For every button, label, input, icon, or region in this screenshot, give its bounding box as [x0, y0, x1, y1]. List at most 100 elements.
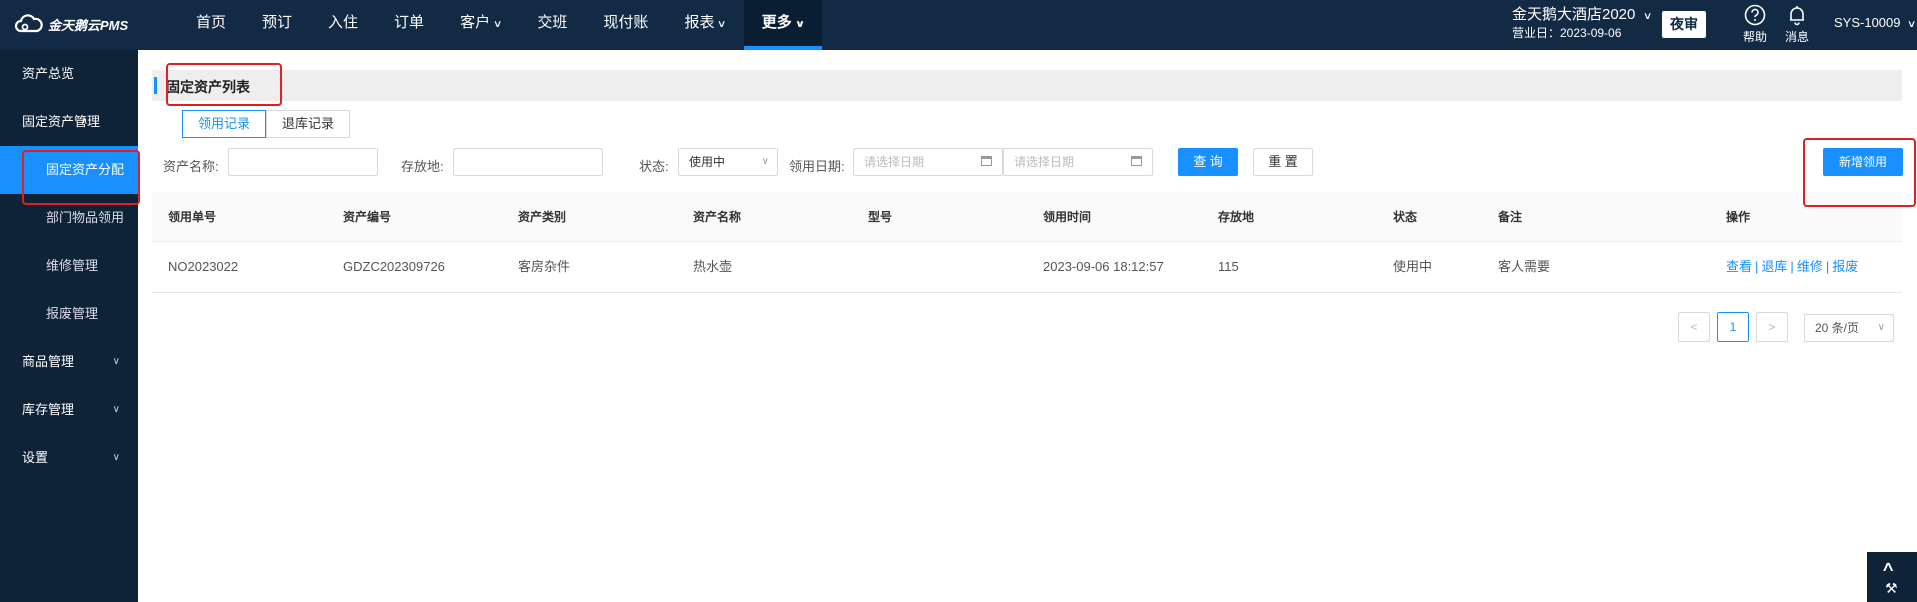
location-label: 存放地: [401, 159, 444, 174]
table-row: NO2023022 GDZC202309726 客房杂件 热水壶 2023-09… [152, 242, 1902, 293]
column-header: 备注 [1498, 210, 1523, 224]
nav-label: 报表 [684, 14, 715, 31]
nav-label: 交班 [537, 14, 568, 31]
repair-link[interactable]: 维修 [1797, 259, 1823, 274]
table-header: 领用单号 资产编号 资产类别 资产名称 型号 领用时间 存放地 状态 备注 操作 [152, 192, 1902, 242]
asset-table: 领用单号 资产编号 资产类别 资产名称 型号 领用时间 存放地 状态 备注 操作… [152, 192, 1902, 293]
reset-button[interactable]: 重 置 [1253, 148, 1313, 176]
messages-label: 消息 [1784, 30, 1809, 44]
nav-item-home[interactable]: 首页 [178, 0, 244, 50]
prev-page-button[interactable]: < [1678, 312, 1710, 342]
scrap-link[interactable]: 报废 [1832, 259, 1858, 274]
sidebar-item-label: 报废管理 [46, 306, 99, 321]
chevron-down-icon: ∨ [112, 356, 120, 367]
user-id: SYS-10009 [1834, 15, 1901, 30]
corner-tools[interactable]: ∧ ⚒ [1867, 552, 1917, 602]
nav-item-more[interactable]: 更多 ∨ [743, 0, 822, 50]
record-tabs: 领用记录 退库记录 [182, 110, 351, 138]
help-button[interactable]: 帮助 [1739, 2, 1771, 45]
sidebar-item-inventory-management[interactable]: 库存管理 ∨ [0, 386, 138, 434]
brand-name: 金天鹅云PMS [48, 17, 129, 33]
help-label: 帮助 [1742, 30, 1767, 44]
asset-name-label: 资产名称: [163, 159, 219, 174]
nav-item-shift[interactable]: 交班 [519, 0, 585, 50]
column-header: 资产类别 [518, 210, 567, 224]
sidebar-item-fixed-asset-allocation[interactable]: 固定资产分配 [0, 146, 138, 194]
sidebar-item-goods-management[interactable]: 商品管理 ∨ [0, 338, 138, 386]
requisition-date-label: 领用日期: [789, 159, 845, 174]
status-select-value: 使用中 [689, 155, 726, 169]
date-end-placeholder: 请选择日期 [1014, 155, 1075, 169]
nav-label: 首页 [196, 14, 227, 31]
chevron-down-icon: ∨ [112, 404, 120, 415]
sidebar-item-department-item-requisition[interactable]: 部门物品领用 [0, 194, 138, 242]
tab-requisition-records[interactable]: 领用记录 [182, 110, 267, 138]
cell-order-no: NO2023022 [168, 259, 239, 274]
nav-item-checkin[interactable]: 入住 [310, 0, 376, 50]
column-header: 操作 [1726, 210, 1751, 224]
column-header: 资产名称 [693, 210, 742, 224]
column-header: 资产编号 [343, 210, 392, 224]
help-icon [1744, 4, 1766, 26]
tab-return-records[interactable]: 退库记录 [266, 110, 351, 138]
column-header: 存放地 [1218, 210, 1255, 224]
user-menu[interactable]: SYS-10009 ∨ [1834, 15, 1917, 30]
return-link[interactable]: 退库 [1761, 259, 1787, 274]
date-start-input[interactable]: 请选择日期 [853, 148, 1003, 176]
sidebar-item-scrap[interactable]: 报废管理 [0, 290, 138, 338]
hotel-name: 金天鹅大酒店2020 [1512, 6, 1636, 23]
hotel-selector[interactable]: 金天鹅大酒店2020 ∨ 营业日：2023-09-06 [1512, 6, 1652, 42]
chevron-down-icon: ∨ [112, 452, 120, 463]
sidebar-item-label: 设置 [22, 450, 49, 465]
wrench-icon[interactable]: ⚒ [1885, 580, 1898, 597]
nav-label: 订单 [394, 14, 425, 31]
location-input[interactable] [453, 148, 603, 176]
night-audit-button[interactable]: 夜审 [1662, 11, 1706, 38]
page-size-select[interactable]: 20 条/页 ∨ [1804, 314, 1894, 342]
column-header: 领用单号 [168, 210, 217, 224]
asset-name-input[interactable] [228, 148, 378, 176]
cell-asset-name: 热水壶 [693, 259, 733, 274]
view-link[interactable]: 查看 [1726, 259, 1752, 274]
nav-item-cash-account[interactable]: 现付账 [585, 0, 666, 50]
nav-item-customers[interactable]: 客户 ∨ [442, 0, 519, 50]
sidebar-item-label: 部门物品领用 [46, 210, 125, 225]
pagination: < 1 > 20 条/页 ∨ [138, 312, 1917, 342]
column-header: 型号 [868, 210, 893, 224]
nav-label: 客户 [460, 14, 491, 31]
sidebar-item-fixed-asset-management[interactable]: 固定资产管理 ∧ [0, 98, 138, 146]
brand-logo[interactable]: 金天鹅云PMS [14, 14, 128, 34]
status-select[interactable]: 使用中 ∨ [678, 148, 778, 176]
date-end-input[interactable]: 请选择日期 [1003, 148, 1153, 176]
chevron-down-icon: ∨ [717, 19, 727, 30]
title-accent-bar [154, 77, 157, 94]
cloud-logo-icon [14, 14, 44, 34]
nav-item-orders[interactable]: 订单 [376, 0, 442, 50]
nav-item-booking[interactable]: 预订 [244, 0, 310, 50]
next-page-button[interactable]: > [1756, 312, 1788, 342]
messages-button[interactable]: 消息 [1781, 2, 1813, 45]
chevron-down-icon: ∨ [1907, 19, 1917, 30]
bell-icon [1790, 6, 1804, 26]
nav-item-reports[interactable]: 报表 ∨ [666, 0, 743, 50]
query-button[interactable]: 查 询 [1178, 148, 1238, 176]
cell-category: 客房杂件 [518, 259, 571, 274]
chevron-right-icon: > [1768, 320, 1776, 334]
separator: | [1790, 259, 1794, 274]
sidebar-item-maintenance[interactable]: 维修管理 [0, 242, 138, 290]
cell-asset-code: GDZC202309726 [343, 259, 445, 274]
cell-status: 使用中 [1393, 259, 1433, 274]
cell-actions: 查看 | 退库 | 维修 | 报废 [1710, 242, 1900, 292]
nav-label: 入住 [328, 14, 359, 31]
back-to-top-icon[interactable]: ∧ [1880, 558, 1895, 575]
sidebar-item-label: 固定资产分配 [46, 162, 125, 177]
page-button-current[interactable]: 1 [1717, 312, 1749, 342]
nav-label: 预订 [262, 14, 293, 31]
page-title: 固定资产列表 [166, 79, 250, 95]
status-label: 状态: [639, 159, 669, 174]
sidebar: 资产总览 固定资产管理 ∧ 固定资产分配 部门物品领用 维修管理 报废管理 商品管… [0, 50, 138, 602]
sidebar-item-asset-overview[interactable]: 资产总览 [0, 50, 138, 98]
sidebar-item-settings[interactable]: 设置 ∨ [0, 434, 138, 482]
chevron-down-icon: ∨ [1877, 322, 1885, 333]
add-requisition-button[interactable]: 新增领用 [1823, 148, 1903, 176]
